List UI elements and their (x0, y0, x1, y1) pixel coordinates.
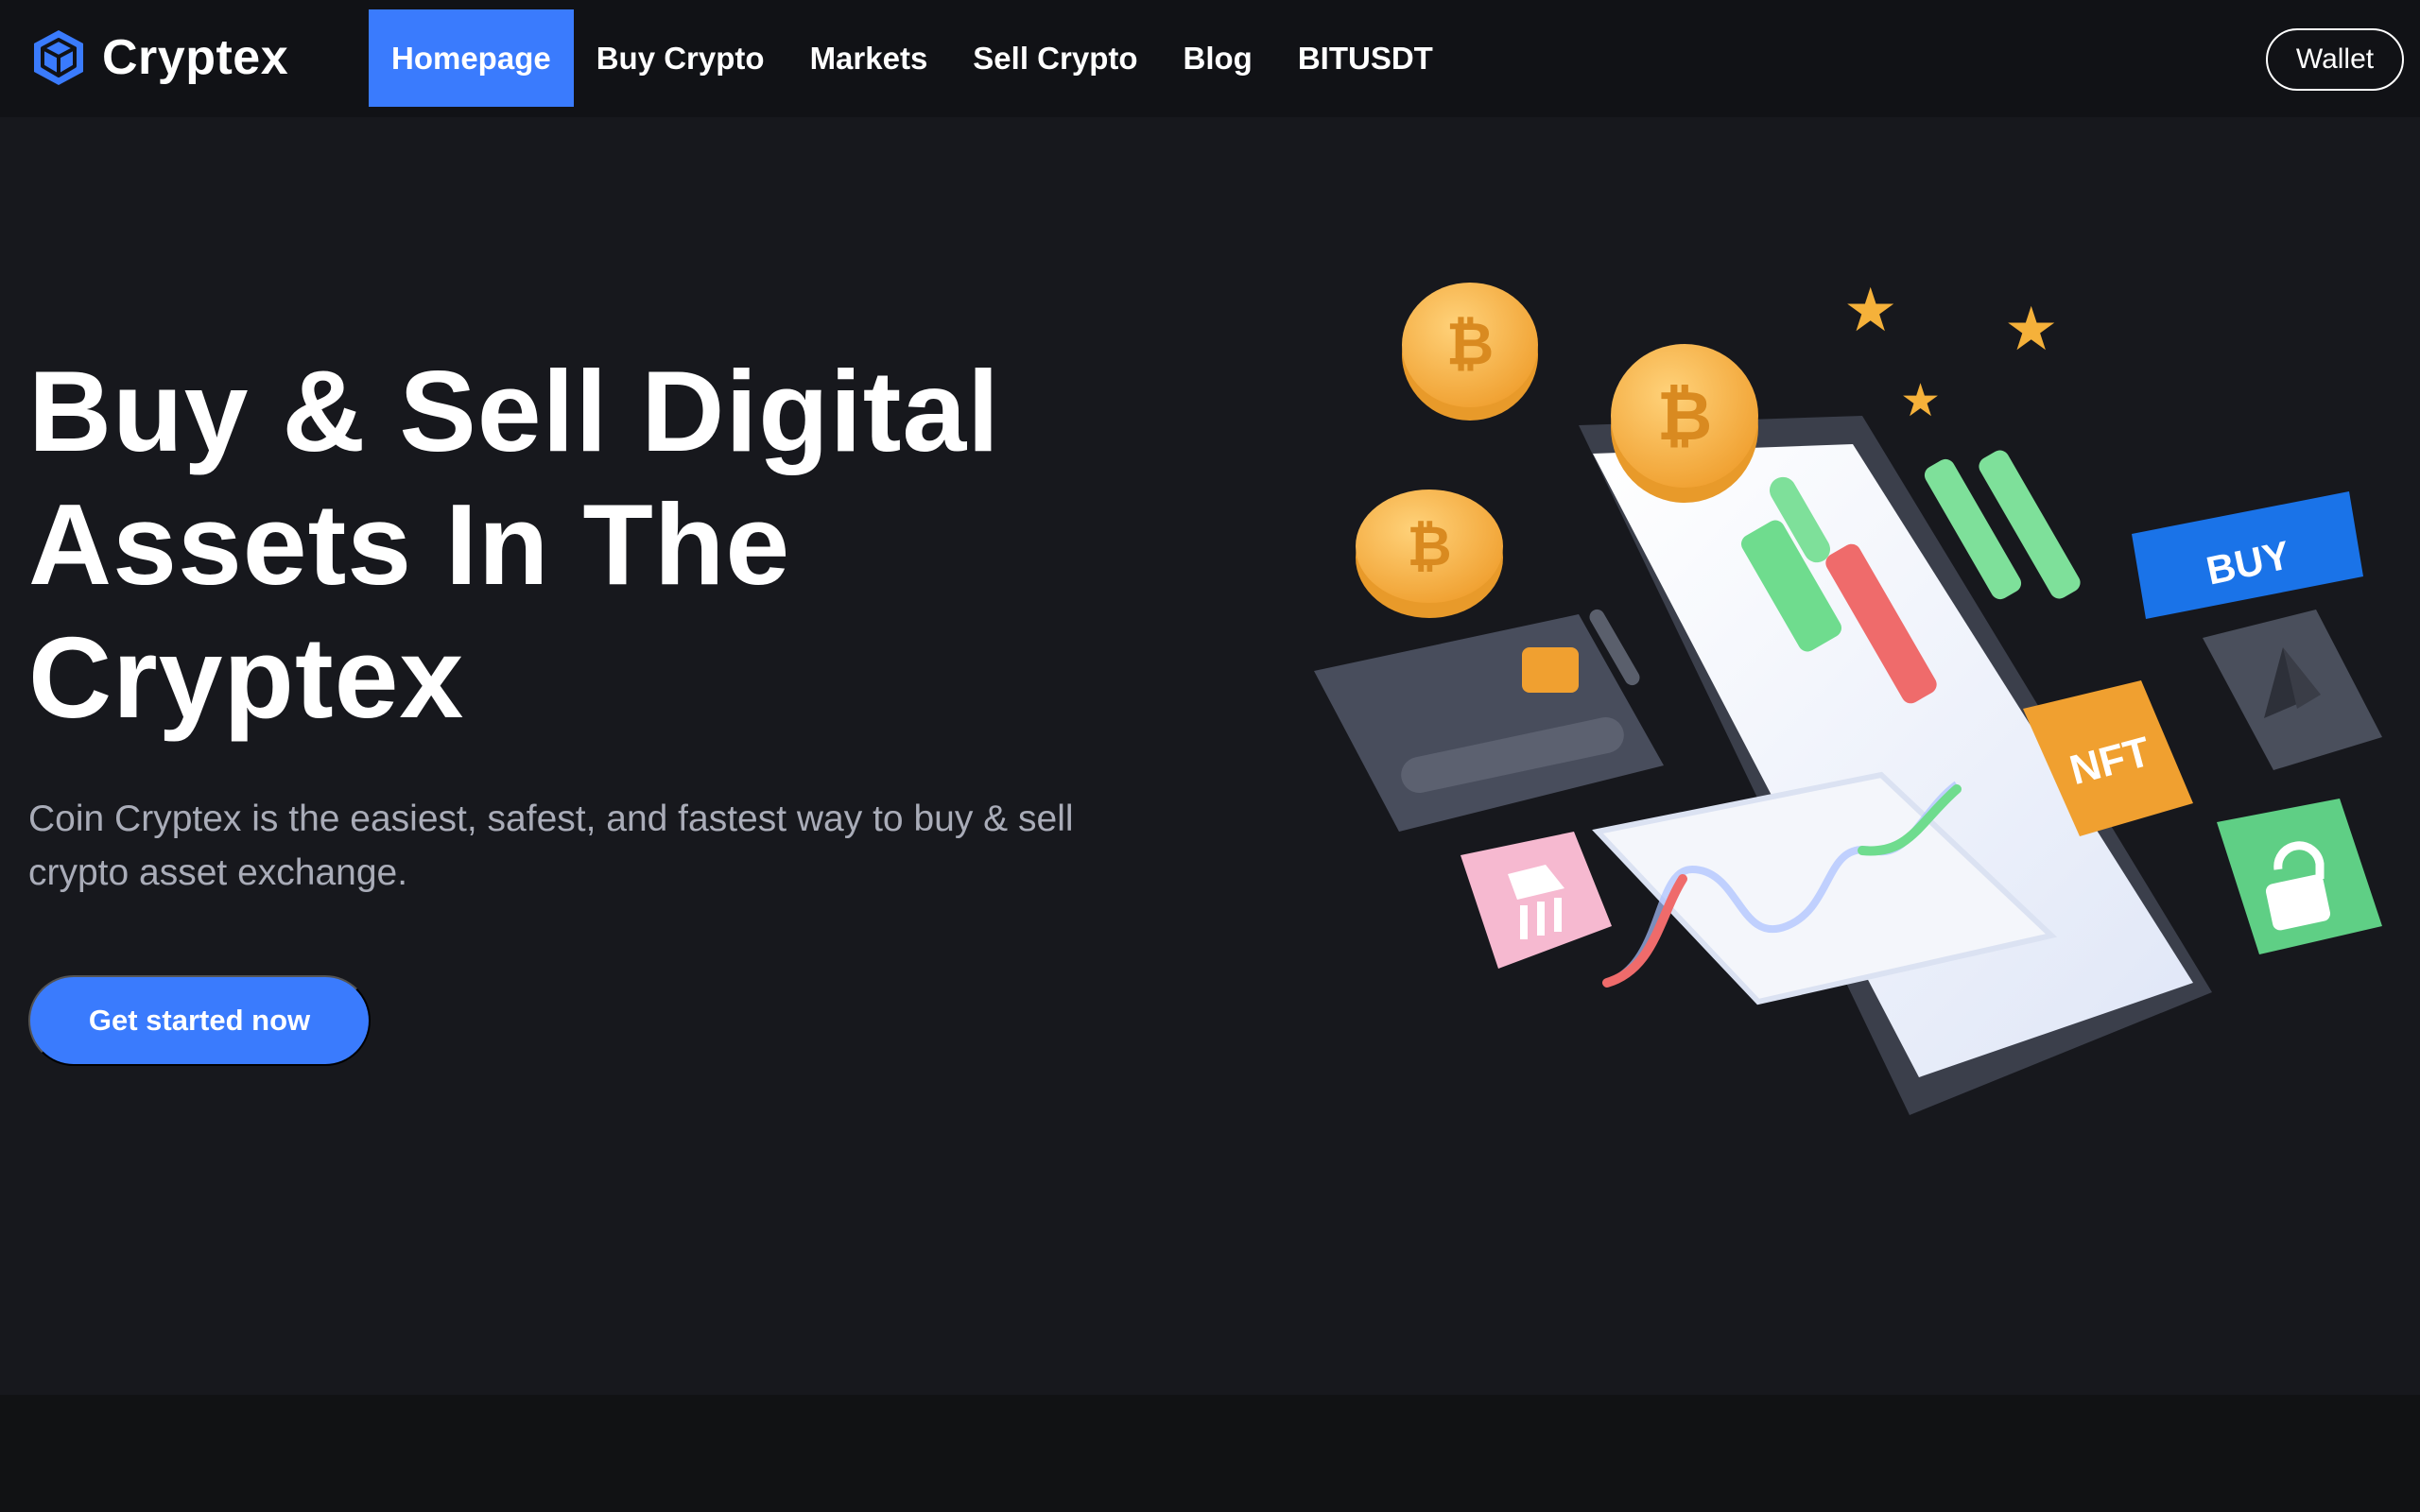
lock-icon (2217, 799, 2382, 954)
nav-item-markets[interactable]: Markets (787, 9, 951, 107)
brand-logo[interactable]: Cryptex (32, 28, 288, 87)
svg-text:★: ★ (1843, 276, 1897, 346)
hero-description: Coin Cryptex is the easiest, safest, and… (28, 799, 1074, 893)
nav-item-buy-crypto[interactable]: Buy Crypto (574, 9, 787, 107)
wallet-button[interactable]: Wallet (2266, 28, 2404, 91)
main-nav: Homepage Buy Crypto Markets Sell Crypto … (369, 9, 1456, 107)
svg-text:₿: ₿ (1446, 309, 1495, 378)
buy-badge-icon: BUY (2132, 491, 2363, 619)
hero-illustration: ₿ ₿ ₿ ★ ★ ★ BUY NFT (1314, 276, 2382, 1115)
cube-icon (34, 30, 83, 85)
bank-icon (1461, 832, 1612, 969)
ethereum-icon (2203, 610, 2382, 770)
nav-item-sell-crypto[interactable]: Sell Crypto (950, 9, 1160, 107)
star-icon: ★ ★ ★ (1843, 276, 2058, 427)
get-started-button[interactable]: Get started now (28, 975, 371, 1066)
nav-item-blog[interactable]: Blog (1161, 9, 1275, 107)
footer-band (0, 1395, 2420, 1512)
svg-text:★: ★ (2004, 295, 2058, 365)
bitcoin-coin-icon: ₿ (1356, 490, 1503, 618)
bitcoin-coin-icon: ₿ (1611, 344, 1758, 503)
svg-text:★: ★ (1900, 374, 1941, 427)
svg-text:₿: ₿ (1407, 514, 1451, 578)
hero-title: Buy & Sell Digital Assets In The Cryptex (28, 347, 1001, 742)
brand-name: Cryptex (102, 30, 289, 85)
bitcoin-coin-icon: ₿ (1402, 283, 1538, 421)
svg-text:₿: ₿ (1657, 376, 1713, 455)
nav-item-bitusdt[interactable]: BITUSDT (1275, 9, 1456, 107)
nav-item-homepage[interactable]: Homepage (369, 9, 574, 107)
top-navbar: Cryptex Homepage Buy Crypto Markets Sell… (0, 0, 2420, 117)
